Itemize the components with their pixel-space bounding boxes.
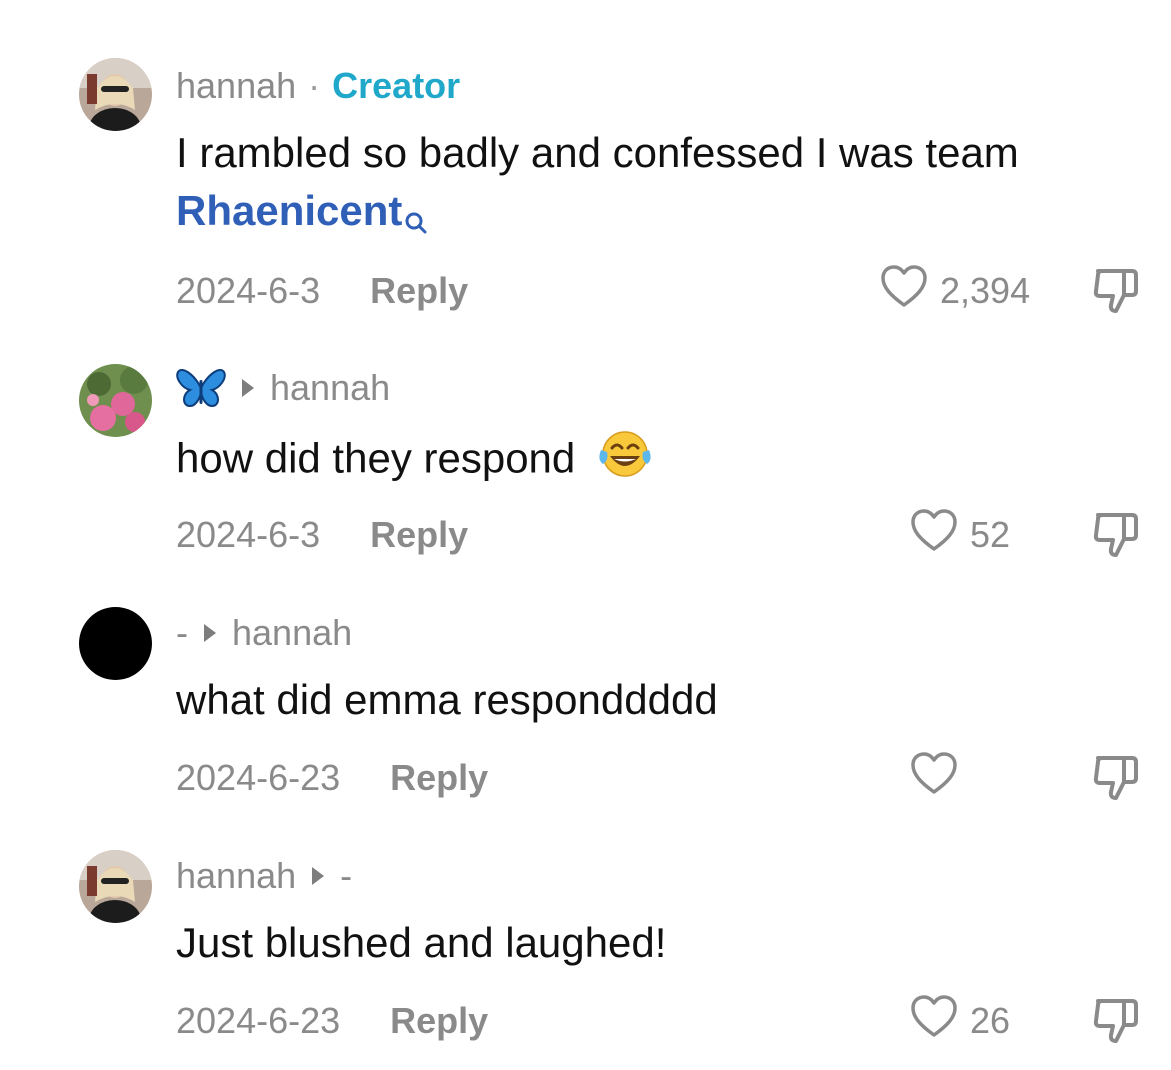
- heart-outline-icon: [910, 994, 958, 1048]
- reply-caret-icon: [204, 624, 216, 642]
- comment-text: what did emma responddddd: [176, 671, 718, 729]
- avatar[interactable]: [79, 850, 152, 923]
- butterfly-emoji[interactable]: [176, 366, 226, 410]
- search-tag-link[interactable]: Rhaenicent: [176, 187, 428, 234]
- reply-button[interactable]: Reply: [370, 514, 468, 556]
- comment-header: - hannah: [176, 611, 352, 655]
- heart-outline-icon: [910, 751, 958, 805]
- author-name[interactable]: -: [176, 612, 188, 654]
- like-count: 52: [970, 514, 1011, 555]
- comment-text-main: how did they respond: [176, 434, 576, 482]
- comment-item: hannah · Creator I rambled so badly and …: [0, 0, 1171, 330]
- comment-meta: 2024-6-23 Reply: [176, 996, 488, 1046]
- comment-text: Just blushed and laughed!: [176, 914, 666, 972]
- creator-badge: Creator: [332, 65, 461, 106]
- reply-caret-icon: [242, 379, 254, 397]
- like-button[interactable]: 52: [910, 508, 1011, 562]
- like-count: 2,394: [940, 270, 1031, 311]
- dislike-icon[interactable]: [1090, 265, 1142, 317]
- comment-text: I rambled so badly and confessed I was t…: [176, 124, 1019, 250]
- reply-button[interactable]: Reply: [390, 1000, 488, 1042]
- comment-item: hannah how did they respond 2024-6-3 Rep…: [0, 330, 1171, 575]
- avatar[interactable]: [79, 364, 152, 437]
- reply-to-name[interactable]: -: [340, 855, 352, 897]
- separator-dot: ·: [308, 65, 321, 106]
- search-icon: [404, 192, 428, 250]
- tears-of-joy-emoji: [597, 428, 653, 495]
- reply-button[interactable]: Reply: [390, 757, 488, 799]
- comment-date: 2024-6-3: [176, 514, 321, 555]
- like-count: 26: [970, 1000, 1011, 1041]
- comment-item: hannah - Just blushed and laughed! 2024-…: [0, 820, 1171, 1070]
- heart-outline-icon: [880, 264, 928, 318]
- comment-date: 2024-6-3: [176, 270, 321, 311]
- reply-caret-icon: [312, 867, 325, 885]
- comment-header: hannah: [176, 366, 390, 410]
- like-button[interactable]: [910, 751, 970, 805]
- comment-meta: 2024-6-3 Reply: [176, 266, 468, 316]
- heart-outline-icon: [910, 508, 958, 562]
- avatar[interactable]: [79, 607, 152, 680]
- avatar[interactable]: [79, 58, 152, 131]
- search-tag-label: Rhaenicent: [176, 187, 403, 234]
- like-button[interactable]: 26: [910, 994, 1011, 1048]
- dislike-icon[interactable]: [1090, 752, 1142, 804]
- comment-date: 2024-6-23: [176, 1000, 341, 1041]
- comment-text: how did they respond: [176, 428, 653, 495]
- like-button[interactable]: 2,394: [880, 264, 1031, 318]
- comment-text-main: what did emma responddddd: [176, 676, 718, 723]
- comment-item: - hannah what did emma responddddd 2024-…: [0, 575, 1171, 820]
- dislike-icon[interactable]: [1090, 509, 1142, 561]
- reply-to-name[interactable]: hannah: [232, 612, 352, 654]
- dislike-icon[interactable]: [1090, 995, 1142, 1047]
- comment-header: hannah -: [176, 854, 352, 898]
- reply-to-name[interactable]: hannah: [270, 367, 390, 409]
- author-name[interactable]: hannah: [176, 855, 296, 897]
- comment-meta: 2024-6-23 Reply: [176, 753, 488, 803]
- comment-header: hannah · Creator: [176, 64, 460, 108]
- comment-text-main: Just blushed and laughed!: [176, 919, 667, 966]
- author-name[interactable]: hannah: [176, 65, 296, 107]
- comment-meta: 2024-6-3 Reply: [176, 510, 468, 560]
- comment-date: 2024-6-23: [176, 757, 341, 798]
- reply-button[interactable]: Reply: [370, 270, 468, 312]
- comment-text-main: I rambled so badly and confessed I was t…: [176, 129, 1019, 176]
